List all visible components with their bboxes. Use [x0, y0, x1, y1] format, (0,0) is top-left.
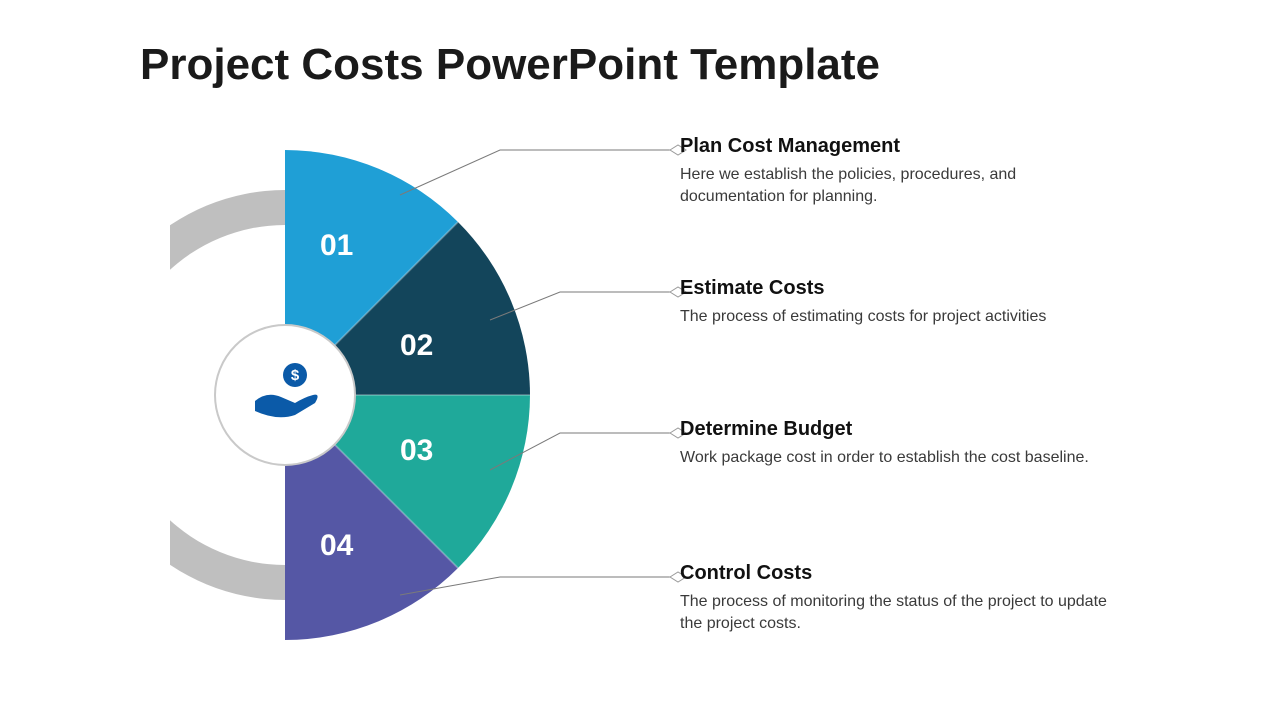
center-circle	[215, 325, 355, 465]
slide: Project Costs PowerPoint Template 01 02 …	[0, 0, 1280, 720]
item-3-body: Work package cost in order to establish …	[680, 447, 1110, 469]
item-1: Plan Cost Management Here we establish t…	[680, 135, 1110, 207]
segment-2-number: 02	[400, 329, 433, 362]
slide-title: Project Costs PowerPoint Template	[140, 40, 880, 90]
item-4: Control Costs The process of monitoring …	[680, 562, 1110, 634]
fan-chart: 01 02 03 04 $	[170, 130, 600, 660]
item-3-heading: Determine Budget	[680, 418, 1110, 441]
segment-3-number: 03	[400, 434, 433, 467]
item-2-heading: Estimate Costs	[680, 277, 1110, 300]
segment-4-number: 04	[320, 529, 354, 562]
svg-text:$: $	[291, 367, 300, 384]
item-1-heading: Plan Cost Management	[680, 135, 1110, 158]
item-4-body: The process of monitoring the status of …	[680, 591, 1110, 634]
item-2: Estimate Costs The process of estimating…	[680, 277, 1110, 328]
item-3: Determine Budget Work package cost in or…	[680, 418, 1110, 469]
item-4-heading: Control Costs	[680, 562, 1110, 585]
segment-1-number: 01	[320, 229, 353, 262]
item-2-body: The process of estimating costs for proj…	[680, 306, 1110, 328]
item-1-body: Here we establish the policies, procedur…	[680, 164, 1110, 207]
